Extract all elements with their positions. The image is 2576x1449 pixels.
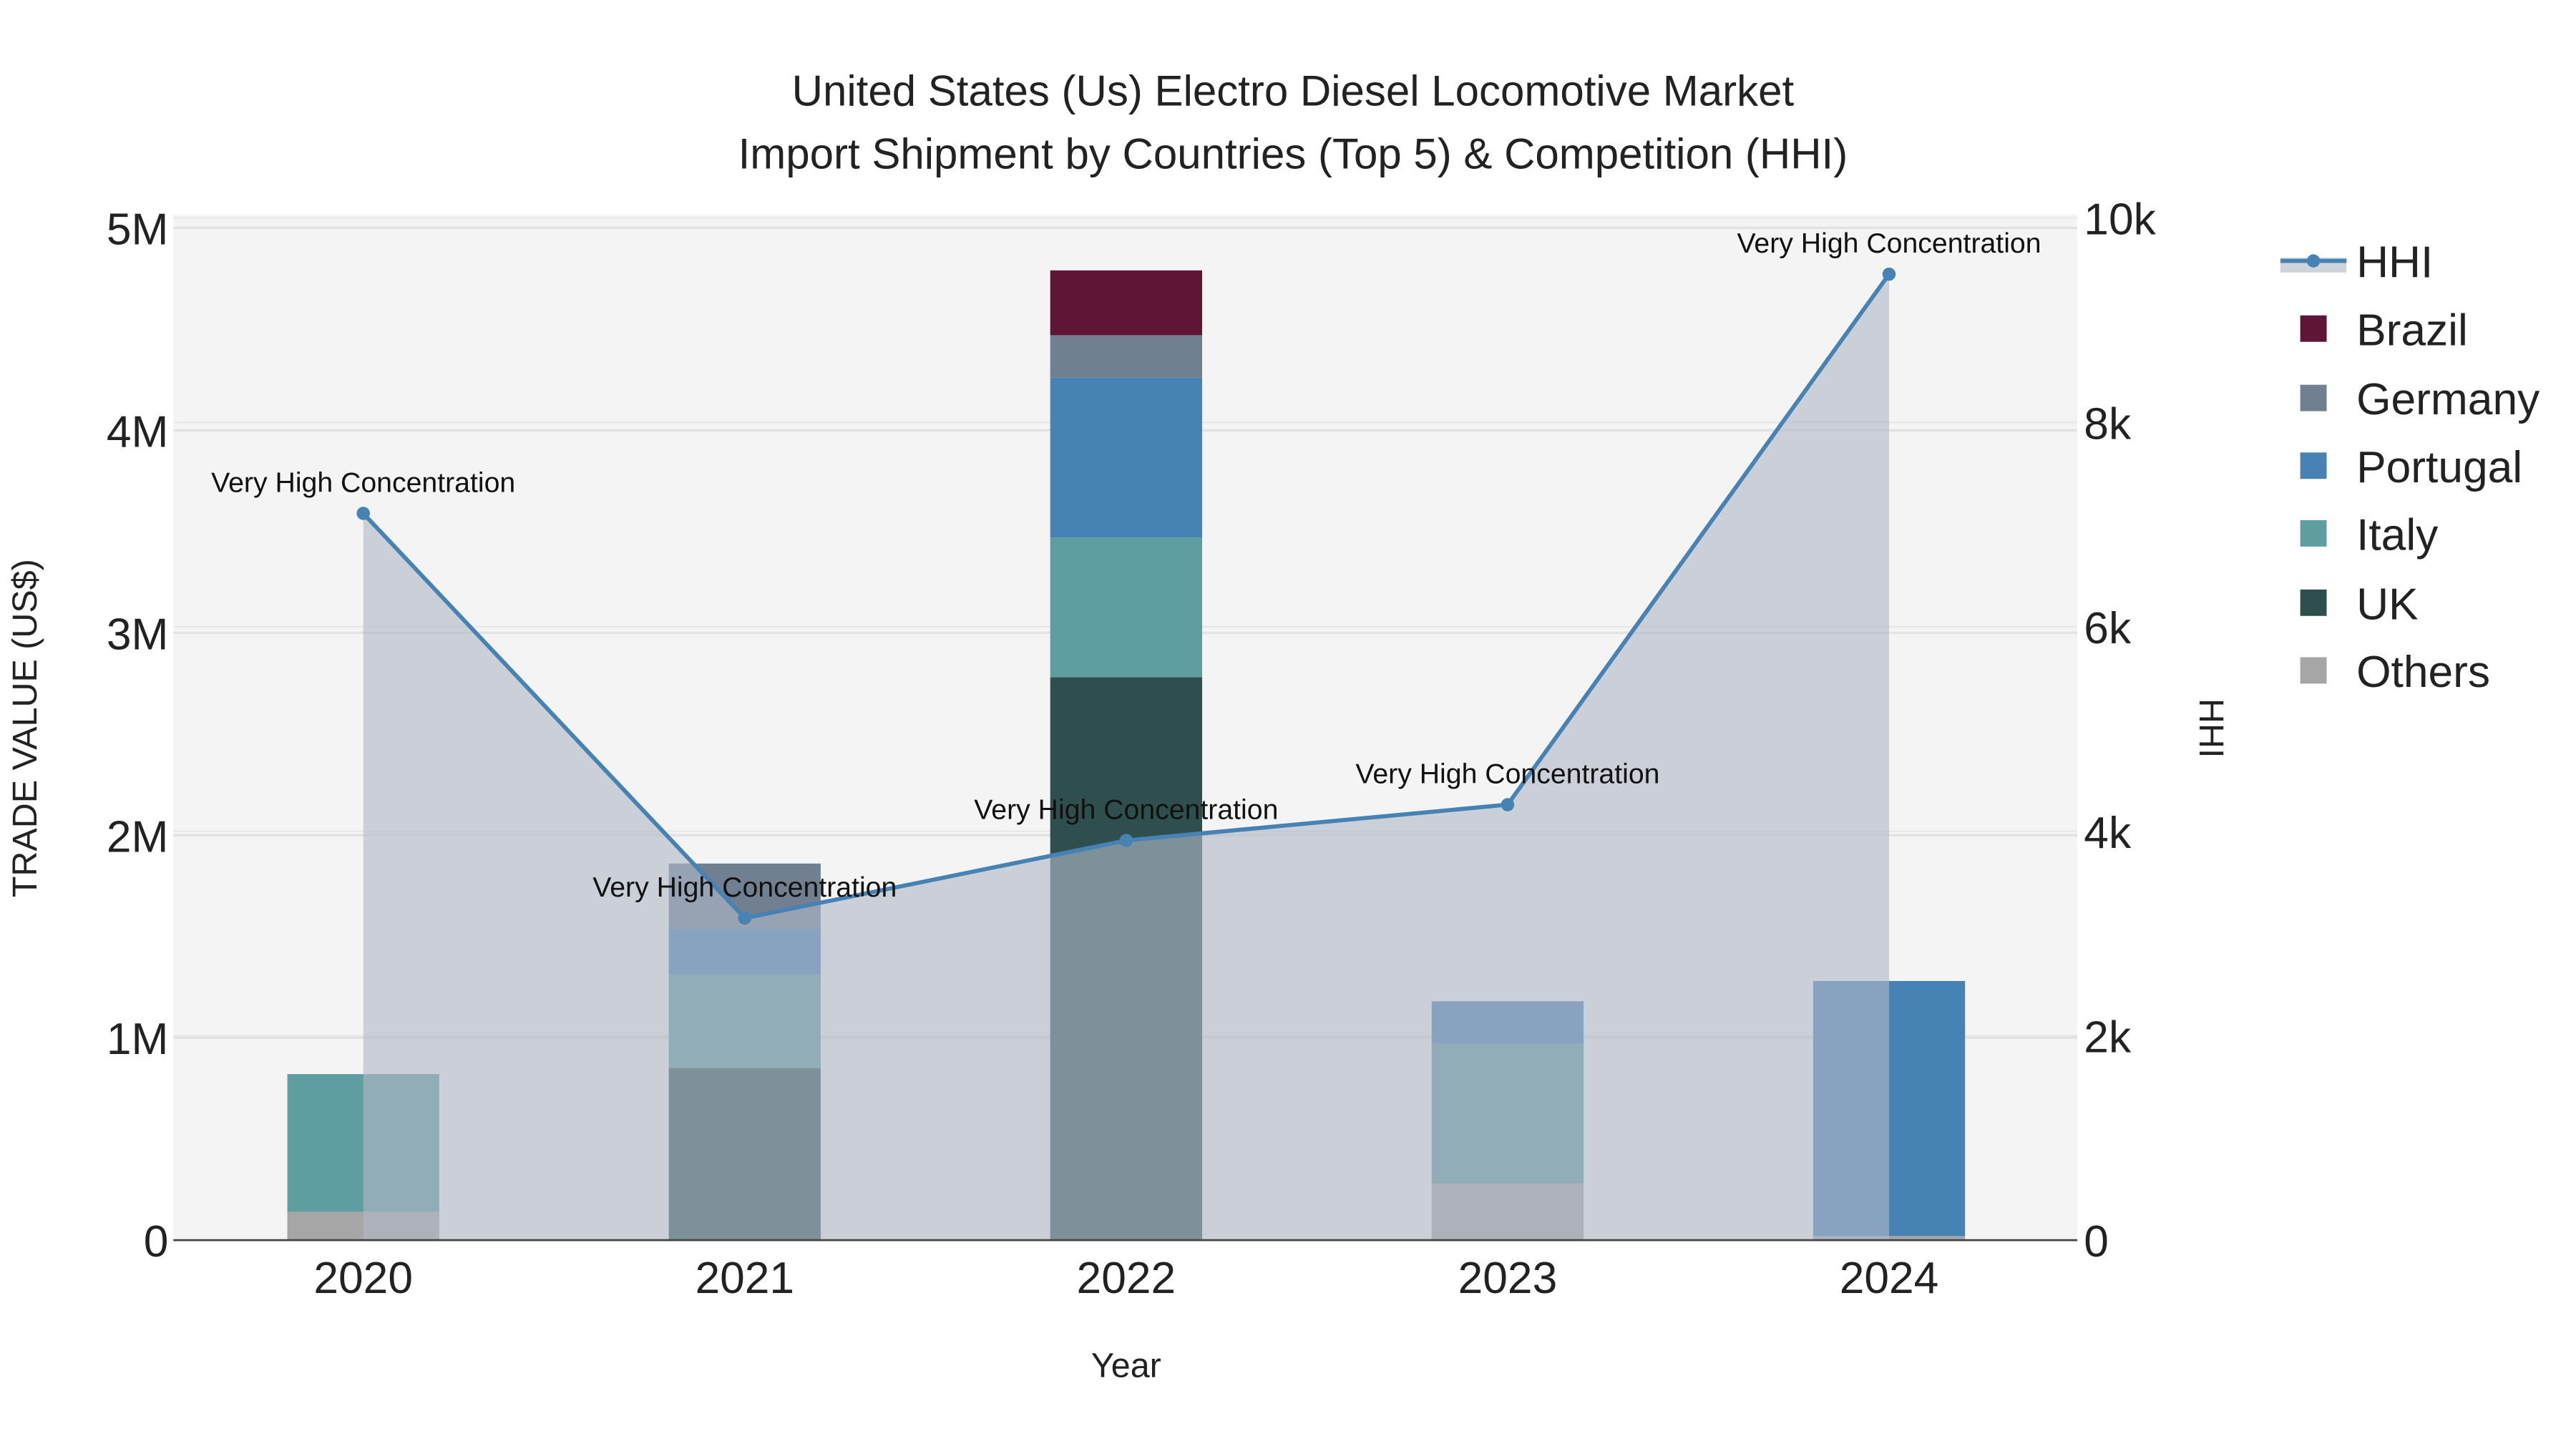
hhi-annotation: Very High Concentration: [974, 794, 1278, 826]
y2-tick-label: 2k: [2084, 1013, 2132, 1062]
legend-swatch-portugal: [2300, 452, 2327, 479]
x-tick-label: 2024: [1840, 1254, 1939, 1303]
chart-title: United States (Us) Electro Diesel Locomo…: [792, 67, 1795, 115]
x-tick-label: 2023: [1458, 1254, 1558, 1303]
y2-tick-label: 0: [2084, 1217, 2109, 1267]
legend-label-uk: UK: [2356, 580, 2419, 629]
hhi-annotation: Very High Concentration: [211, 467, 515, 498]
hhi-point-2023: [1501, 798, 1515, 811]
y-tick-label: 5M: [107, 205, 169, 255]
legend-swatch-italy: [2300, 519, 2327, 547]
y-tick-label: 1M: [107, 1015, 169, 1064]
legend-label-portugal: Portugal: [2356, 443, 2522, 492]
y-axis-label: TRADE VALUE (US$): [6, 559, 44, 897]
hhi-point-2021: [738, 911, 751, 925]
y-tick-label: 3M: [107, 610, 169, 659]
y-tick-label: 4M: [107, 407, 169, 457]
legend-hhi-marker: [2306, 254, 2321, 268]
bar-italy-2022: [1050, 537, 1202, 678]
hhi-annotation: Very High Concentration: [592, 872, 897, 903]
x-tick-label: 2021: [695, 1254, 794, 1303]
legend-swatch-others: [2300, 657, 2327, 684]
x-axis-label: Year: [1091, 1347, 1161, 1385]
hhi-point-2024: [1882, 267, 1896, 281]
y2-axis-label: HHI: [2192, 698, 2230, 758]
bar-germany-2022: [1050, 335, 1202, 378]
hhi-point-2020: [356, 507, 370, 520]
legend-swatch-germany: [2300, 384, 2327, 411]
y-tick-label: 2M: [107, 812, 169, 862]
bar-portugal-2022: [1050, 377, 1202, 538]
y2-tick-label: 6k: [2084, 604, 2132, 653]
y2-tick-label: 10k: [2084, 195, 2156, 245]
chart-subtitle: Import Shipment by Countries (Top 5) & C…: [738, 130, 1848, 177]
chart: 0 1M 2M 3M 4M 5M 0 2k 4k 6k 8k 10k 2020 2021 2022 202…: [0, 0, 2576, 1449]
y2-tick-label: 8k: [2084, 399, 2132, 449]
bar-brazil-2022: [1050, 270, 1202, 336]
legend-label-brazil: Brazil: [2356, 306, 2468, 355]
legend-label-hhi: HHI: [2356, 238, 2433, 288]
legend-swatch-uk: [2300, 589, 2327, 616]
x-tick-label: 2022: [1077, 1254, 1176, 1303]
legend-label-germany: Germany: [2356, 375, 2540, 424]
x-tick-label: 2020: [313, 1254, 413, 1303]
y2-tick-label: 4k: [2084, 809, 2132, 858]
legend-label-italy: Italy: [2356, 510, 2439, 560]
hhi-point-2022: [1119, 834, 1133, 847]
hhi-annotation: Very High Concentration: [1355, 758, 1659, 790]
y-tick-label: 0: [144, 1217, 169, 1267]
legend-label-others: Others: [2356, 648, 2490, 697]
hhi-annotation: Very High Concentration: [1737, 228, 2041, 259]
legend-swatch-brazil: [2300, 315, 2327, 342]
